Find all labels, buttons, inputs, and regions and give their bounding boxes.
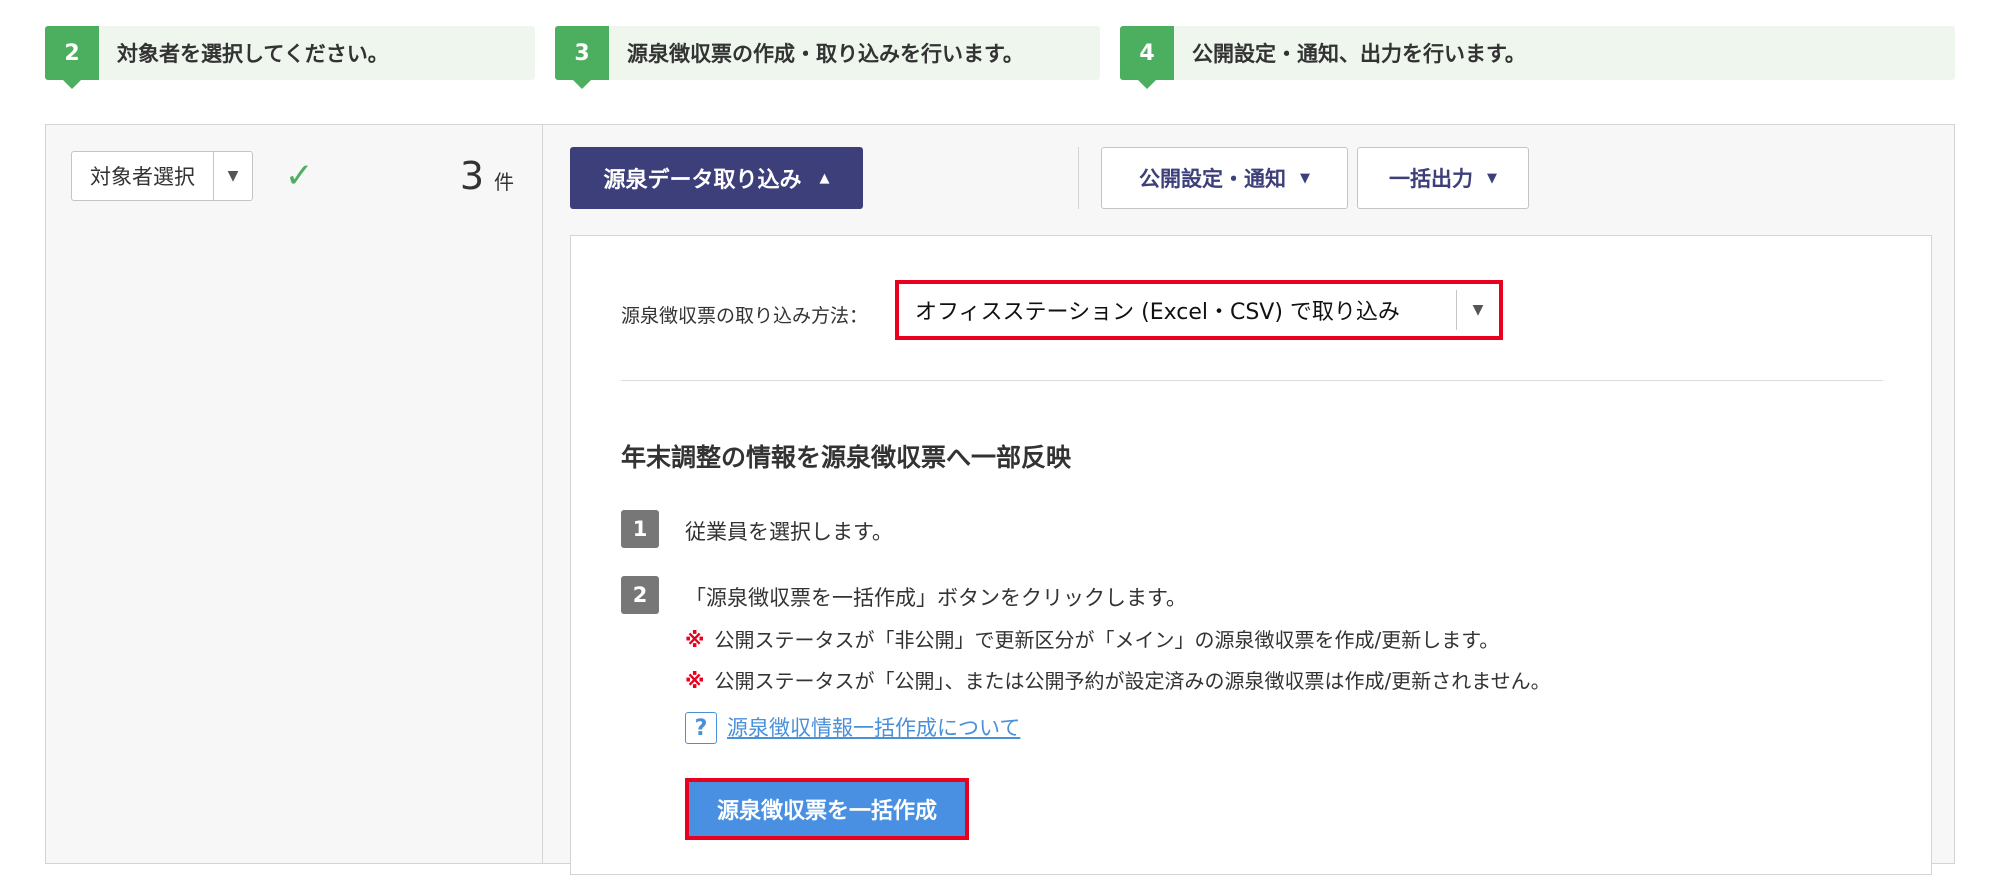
- import-data-button[interactable]: 源泉データ取り込み ▲: [570, 147, 863, 209]
- caret-down-icon: ▼: [1487, 170, 1497, 186]
- target-count: 3件: [460, 151, 514, 209]
- target-count-unit: 件: [494, 170, 514, 194]
- instruction-step-1-number: 1: [621, 510, 659, 548]
- bulk-export-button-label: 一括出力: [1389, 167, 1473, 191]
- note-1: ※ 公開ステータスが「非公開」で更新区分が「メイン」の源泉徴収票を作成/更新します…: [685, 624, 1499, 653]
- publish-settings-button[interactable]: 公開設定・通知 ▼: [1101, 147, 1348, 209]
- instruction-step-1-text: 従業員を選択します。: [685, 520, 893, 544]
- instruction-step-2-number: 2: [621, 576, 659, 614]
- bulk-create-button[interactable]: 源泉徴収票を一括作成: [685, 778, 969, 840]
- import-method-value: オフィスステーション (Excel・CSV) で取り込み: [915, 300, 1400, 325]
- import-method-select[interactable]: オフィスステーション (Excel・CSV) で取り込み ▼: [895, 280, 1503, 340]
- bulk-export-button[interactable]: 一括出力 ▼: [1357, 147, 1529, 209]
- step-2-number: 2: [45, 26, 99, 89]
- toolbar-divider: [1078, 147, 1079, 209]
- step-3-header: 3 源泉徴収票の作成・取り込みを行います。: [555, 26, 1100, 89]
- publish-settings-button-label: 公開設定・通知: [1139, 167, 1286, 191]
- caret-down-icon: ▼: [1300, 170, 1310, 186]
- question-icon[interactable]: ?: [685, 712, 717, 744]
- step-4-header: 4 公開設定・通知、出力を行います。: [1120, 26, 1955, 89]
- note-2-text: 公開ステータスが「公開」、または公開予約が設定済みの源泉徴収票は作成/更新されま…: [714, 669, 1551, 693]
- main-container: 対象者選択 ▼ ✓ 3件 源泉データ取り込み ▲ 公開設定・通知 ▼ 一括出力 …: [45, 124, 1955, 875]
- check-icon: ✓: [285, 156, 314, 196]
- caret-down-icon[interactable]: ▼: [213, 152, 252, 200]
- import-data-button-label: 源泉データ取り込み: [603, 168, 802, 193]
- step-3-number: 3: [555, 26, 609, 89]
- step-4-text: 公開設定・通知、出力を行います。: [1192, 42, 1526, 66]
- import-panel: 源泉徴収票の取り込み方法： オフィスステーション (Excel・CSV) で取り…: [570, 235, 1932, 875]
- step-2-header: 2 対象者を選択してください。: [45, 26, 535, 89]
- note-1-text: 公開ステータスが「非公開」で更新区分が「メイン」の源泉徴収票を作成/更新します。: [714, 628, 1500, 652]
- divider: [621, 380, 1883, 381]
- caret-up-icon: ▲: [819, 170, 830, 186]
- step-3-text: 源泉徴収票の作成・取り込みを行います。: [627, 42, 1024, 66]
- help-link[interactable]: 源泉徴収情報一括作成について: [727, 712, 1020, 744]
- note-2: ※ 公開ステータスが「公開」、または公開予約が設定済みの源泉徴収票は作成/更新され…: [685, 665, 1551, 694]
- step-2-text: 対象者を選択してください。: [117, 42, 389, 66]
- instruction-step-2-text: 「源泉徴収票を一括作成」ボタンをクリックします。: [685, 586, 1187, 610]
- caret-down-icon[interactable]: ▼: [1456, 290, 1499, 330]
- target-select[interactable]: 対象者選択 ▼: [71, 151, 253, 201]
- note-mark: ※: [685, 628, 705, 652]
- target-count-value: 3: [459, 154, 484, 198]
- import-method-label: 源泉徴収票の取り込み方法：: [621, 305, 869, 327]
- target-panel: 対象者選択 ▼ ✓ 3件: [46, 125, 543, 863]
- section-title: 年末調整の情報を源泉徴収票へ一部反映: [621, 443, 1072, 472]
- note-mark: ※: [685, 669, 705, 693]
- target-select-label: 対象者選択: [90, 165, 195, 189]
- step-4-number: 4: [1120, 26, 1174, 89]
